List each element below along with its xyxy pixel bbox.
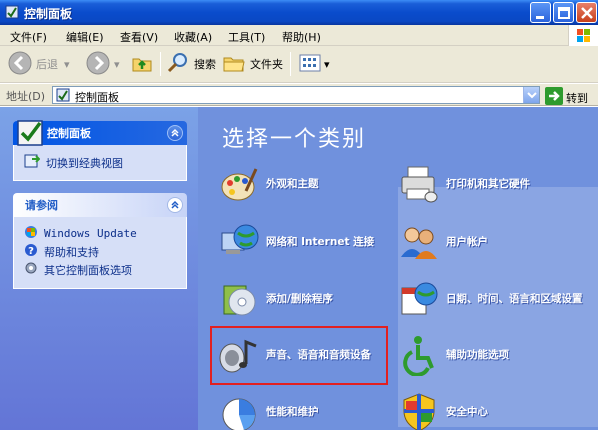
- views-dropdown-icon: ▾: [324, 57, 330, 71]
- toolbar: 后退 ▾ ▾ 搜索 文件夹 ▾: [0, 46, 598, 83]
- category-network-internet[interactable]: 网络和 Internet 连接: [218, 221, 374, 263]
- menu-view[interactable]: 查看(V): [120, 29, 158, 45]
- forward-dropdown-icon: ▾: [114, 57, 120, 71]
- control-panel-header-title: 控制面板: [47, 127, 91, 140]
- up-folder-button[interactable]: [130, 51, 154, 77]
- help-support-link[interactable]: ? 帮助和支持: [24, 243, 99, 260]
- search-button[interactable]: 搜索: [166, 51, 216, 77]
- menu-favorites[interactable]: 收藏(A): [174, 29, 212, 45]
- folders-button[interactable]: 文件夹: [222, 51, 283, 77]
- security-shield-icon: [403, 393, 435, 430]
- category-accessibility[interactable]: 辅助功能选项: [398, 334, 509, 376]
- other-options-link[interactable]: 其它控制面板选项: [24, 261, 132, 278]
- highlight-annotation: [210, 326, 388, 385]
- menu-bar: 文件(F) 编辑(E) 查看(V) 收藏(A) 工具(T) 帮助(H): [0, 25, 598, 46]
- see-also-title: 请参阅: [25, 199, 58, 212]
- control-panel-icon: [56, 88, 70, 105]
- menu-tools[interactable]: 工具(T): [228, 29, 265, 45]
- windows-update-icon: [24, 225, 38, 242]
- collapse-chevron-icon[interactable]: [167, 197, 183, 213]
- views-button[interactable]: ▾: [298, 51, 330, 77]
- switch-classic-view-link[interactable]: 切换到经典视图: [24, 153, 123, 172]
- maximize-button[interactable]: [553, 2, 574, 23]
- category-user-accounts[interactable]: 用户帐户: [398, 221, 488, 263]
- menu-edit[interactable]: 编辑(E): [66, 29, 104, 45]
- search-icon: [166, 51, 190, 78]
- address-label: 地址(D): [6, 90, 46, 103]
- address-dropdown-button[interactable]: [523, 87, 539, 103]
- accessibility-icon: [403, 336, 434, 376]
- back-button[interactable]: 后退 ▾: [8, 51, 70, 77]
- category-date-time-language[interactable]: 日期、时间、语言和区域设置: [398, 278, 583, 320]
- category-performance-maintenance[interactable]: 性能和维护: [218, 391, 319, 430]
- address-value: 控制面板: [75, 91, 119, 104]
- address-bar: 地址(D) 控制面板 转到: [0, 84, 598, 106]
- category-security-center[interactable]: 安全中心: [398, 391, 488, 430]
- up-folder-icon: [130, 51, 154, 78]
- back-dropdown-icon: ▾: [64, 57, 70, 71]
- switch-view-icon: [24, 153, 41, 172]
- collapse-chevron-icon[interactable]: [167, 125, 183, 141]
- page-title: 选择一个类别: [222, 127, 367, 152]
- forward-button[interactable]: ▾: [86, 51, 120, 77]
- close-button[interactable]: [576, 2, 597, 23]
- menu-file[interactable]: 文件(F): [10, 29, 47, 45]
- category-add-remove-programs[interactable]: 添加/删除程序: [218, 278, 333, 320]
- go-button[interactable]: 转到: [545, 87, 588, 108]
- windows-update-link[interactable]: Windows Update: [24, 225, 137, 242]
- task-pane: 控制面板 切换到经典视图 请参阅 Windows Update ? 帮助和支持 …: [0, 107, 198, 430]
- minimize-button[interactable]: [530, 2, 551, 23]
- window-title: 控制面板: [24, 7, 73, 21]
- back-arrow-icon: [8, 51, 32, 78]
- help-icon: ?: [24, 243, 38, 260]
- forward-arrow-icon: [86, 51, 110, 78]
- folder-icon: [222, 51, 246, 78]
- add-remove-programs-icon: [223, 285, 256, 316]
- go-arrow-icon: [545, 87, 563, 108]
- views-icon: [298, 51, 322, 78]
- see-also-header[interactable]: 请参阅: [13, 193, 187, 217]
- control-panel-body: 切换到经典视图: [13, 145, 187, 181]
- menu-help[interactable]: 帮助(H): [282, 29, 321, 45]
- palette-icon: [221, 168, 258, 201]
- category-view: 选择一个类别 外观和主题 打印机和其它硬件 网络和 Internet 连接 用户…: [198, 107, 598, 430]
- title-bar: 控制面板: [0, 0, 598, 25]
- date-time-globe-icon: [401, 282, 438, 315]
- toolbar-separator: [160, 52, 161, 76]
- printer-icon: [401, 166, 438, 203]
- category-printers-hardware[interactable]: 打印机和其它硬件: [398, 163, 530, 205]
- control-panel-icon: [5, 5, 19, 19]
- network-globe-icon: [221, 224, 259, 254]
- performance-chart-icon: [222, 398, 256, 430]
- address-input[interactable]: 控制面板: [52, 86, 540, 104]
- see-also-body: Windows Update ? 帮助和支持 其它控制面板选项: [13, 217, 187, 289]
- windows-logo-icon: [568, 25, 598, 46]
- category-appearance[interactable]: 外观和主题: [218, 163, 319, 205]
- user-accounts-icon: [401, 227, 437, 259]
- gear-icon: [24, 261, 38, 278]
- toolbar-separator: [290, 52, 291, 76]
- svg-text:?: ?: [28, 246, 34, 257]
- control-panel-big-icon: [16, 117, 46, 147]
